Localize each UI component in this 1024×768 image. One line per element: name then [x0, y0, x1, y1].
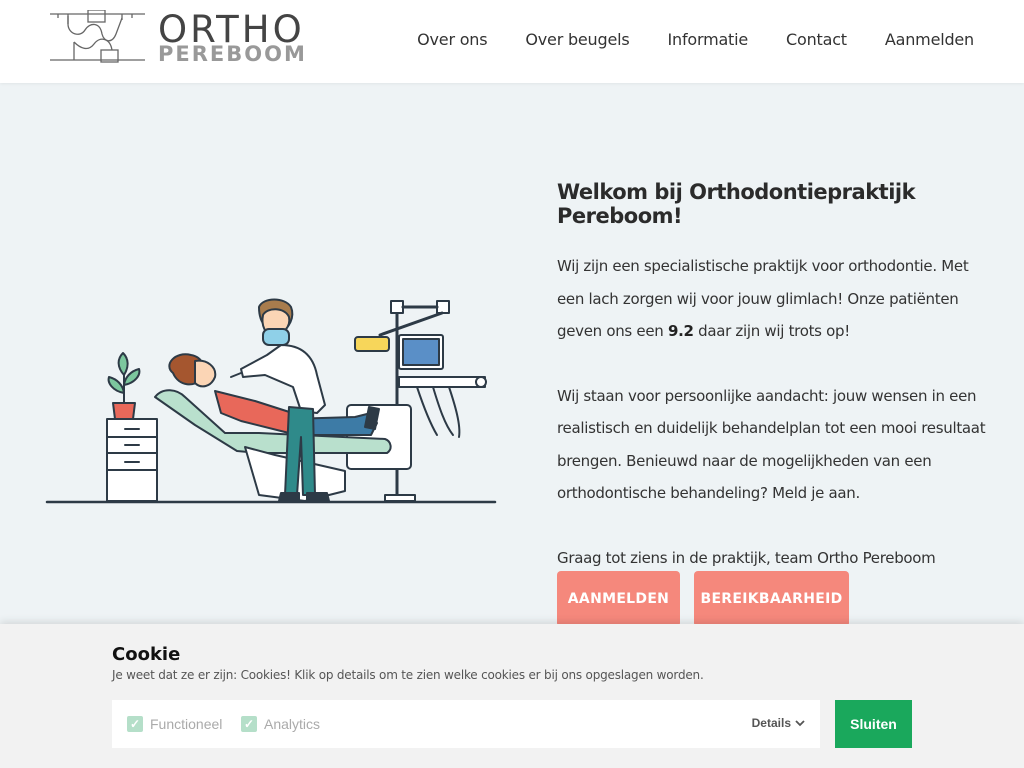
- checkmark-icon: ✓: [241, 716, 257, 732]
- site-header: ORTHO PEREBOOM Over ons Over beugels Inf…: [0, 0, 1024, 83]
- page-title: Welkom bij Orthodontiepraktijk Pereboom!: [557, 180, 916, 228]
- functioneel-checkbox[interactable]: ✓ Functioneel: [127, 716, 222, 732]
- nav-aanmelden[interactable]: Aanmelden: [885, 30, 974, 49]
- cookie-banner: Cookie Je weet dat ze er zijn: Cookies! …: [0, 624, 1024, 768]
- nav-contact[interactable]: Contact: [786, 30, 847, 49]
- intro-paragraph: Wij zijn een specialistische praktijk vo…: [557, 250, 987, 348]
- analytics-label: Analytics: [264, 716, 321, 732]
- chevron-down-icon: [795, 720, 805, 727]
- aanmelden-button[interactable]: AANMELDEN: [557, 571, 680, 627]
- nav-over-ons[interactable]: Over ons: [417, 30, 487, 49]
- approach-paragraph: Wij staan voor persoonlijke aandacht: jo…: [557, 386, 986, 503]
- details-toggle[interactable]: Details: [752, 716, 805, 730]
- cookie-description: Je weet dat ze er zijn: Cookies! Klik op…: [112, 668, 704, 682]
- rating-score: 9.2: [667, 322, 694, 340]
- logo-mark-icon: [50, 10, 145, 63]
- logo[interactable]: ORTHO PEREBOOM: [50, 10, 305, 66]
- intro-text-end: daar zijn wij trots op!: [693, 322, 850, 340]
- functioneel-label: Functioneel: [150, 716, 223, 732]
- analytics-checkbox[interactable]: ✓ Analytics: [241, 716, 320, 732]
- nav-over-beugels[interactable]: Over beugels: [525, 30, 629, 49]
- checkmark-icon: ✓: [127, 716, 143, 732]
- logo-text-pereboom: PEREBOOM: [158, 42, 307, 66]
- closing-paragraph: Graag tot ziens in de praktijk, team Ort…: [557, 548, 936, 567]
- sluiten-button[interactable]: Sluiten: [835, 700, 912, 748]
- main-nav: Over ons Over beugels Informatie Contact…: [417, 30, 974, 49]
- hero-buttons: AANMELDEN BEREIKBAARHEID: [557, 571, 849, 627]
- hero-content: Welkom bij Orthodontiepraktijk Pereboom!…: [557, 180, 987, 574]
- details-label: Details: [751, 716, 791, 730]
- nav-informatie[interactable]: Informatie: [667, 30, 748, 49]
- cookie-title: Cookie: [112, 644, 181, 665]
- cookie-options: ✓ Functioneel ✓ Analytics Details: [112, 700, 820, 748]
- bereikbaarheid-button[interactable]: BEREIKBAARHEID: [694, 571, 849, 627]
- dentist-illustration: [45, 298, 497, 504]
